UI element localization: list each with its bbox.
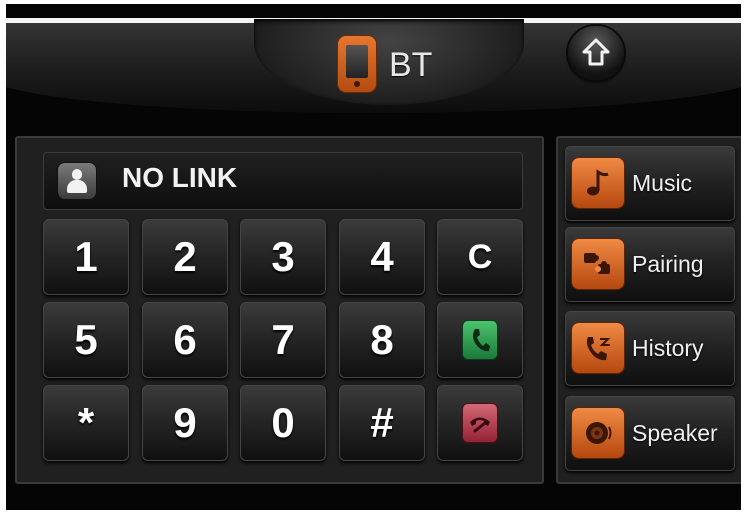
call-history-icon	[572, 323, 624, 373]
call-icon	[463, 321, 497, 359]
speaker-label: Speaker	[632, 420, 718, 446]
call-display	[43, 152, 523, 210]
home-icon	[582, 38, 610, 66]
pairing-button[interactable]: Pairing	[565, 227, 735, 302]
clear-button[interactable]: C	[437, 219, 523, 295]
music-note-icon	[572, 158, 624, 208]
phone-icon	[338, 36, 376, 92]
speaker-icon	[572, 408, 624, 458]
hangup-icon	[463, 404, 497, 442]
history-label: History	[632, 335, 704, 361]
key-4[interactable]: 4	[339, 219, 425, 295]
key-hash[interactable]: #	[339, 385, 425, 461]
key-5[interactable]: 5	[43, 302, 129, 378]
page-title: BT	[389, 46, 433, 84]
bt-screen: BT NO LINK 1 2 3 4 C 5 6 7 8 * 9 0 # Mus…	[6, 4, 741, 510]
history-button[interactable]: History	[565, 311, 735, 386]
pairing-label: Pairing	[632, 251, 704, 277]
key-2[interactable]: 2	[142, 219, 228, 295]
key-1[interactable]: 1	[43, 219, 129, 295]
pairing-icon	[572, 239, 624, 289]
key-3[interactable]: 3	[240, 219, 326, 295]
speaker-button[interactable]: Speaker	[565, 396, 735, 471]
key-8[interactable]: 8	[339, 302, 425, 378]
music-button[interactable]: Music	[565, 146, 735, 221]
link-status: NO LINK	[122, 162, 238, 193]
key-6[interactable]: 6	[142, 302, 228, 378]
key-7[interactable]: 7	[240, 302, 326, 378]
key-9[interactable]: 9	[142, 385, 228, 461]
call-button[interactable]	[437, 302, 523, 378]
music-label: Music	[632, 170, 693, 196]
hangup-button[interactable]	[437, 385, 523, 461]
home-button[interactable]	[568, 26, 624, 80]
key-0[interactable]: 0	[240, 385, 326, 461]
key-star[interactable]: *	[43, 385, 129, 461]
contact-icon	[58, 163, 96, 199]
